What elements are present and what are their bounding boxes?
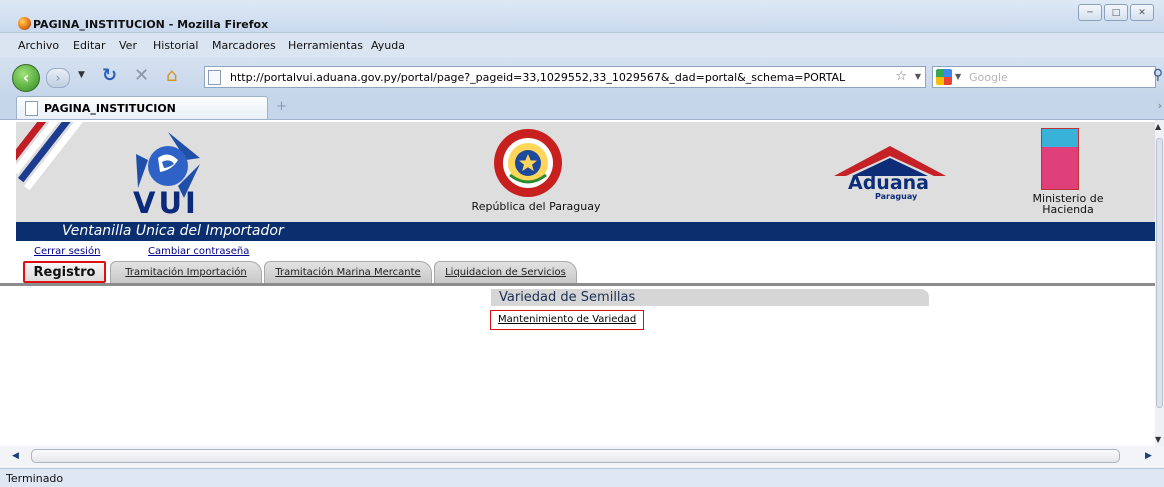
logout-link[interactable]: Cerrar sesión xyxy=(34,246,100,257)
stop-icon[interactable]: ✕ xyxy=(134,67,149,85)
window-titlebar: PAGINA_INSTITUCION - Mozilla Firefox ─ □… xyxy=(0,0,1164,33)
tab-liquidacion-de-servicios[interactable]: Liquidacion de Servicios xyxy=(434,261,577,283)
browser-tab-label: PAGINA_INSTITUCION xyxy=(44,102,176,115)
menu-ayuda[interactable]: Ayuda xyxy=(371,39,405,52)
home-icon[interactable]: ⌂ xyxy=(166,67,177,85)
status-bar: Terminado xyxy=(0,468,1164,487)
ministerio-text: Ministerio de Hacienda xyxy=(1028,193,1108,215)
tab-registro-label: Registro xyxy=(33,265,96,280)
search-icon[interactable]: ⚲ xyxy=(1153,67,1163,83)
maximize-button[interactable]: □ xyxy=(1104,4,1128,21)
back-button[interactable]: ‹ xyxy=(12,64,40,92)
section-header: Variedad de Semillas xyxy=(491,289,929,306)
search-input[interactable]: Google xyxy=(969,71,1008,84)
url-bar[interactable]: http://portalvui.aduana.gov.py/portal/pa… xyxy=(204,66,926,88)
minimize-button[interactable]: ─ xyxy=(1078,4,1102,21)
country-text: República del Paraguay xyxy=(471,200,601,213)
menu-historial[interactable]: Historial xyxy=(153,39,198,52)
tab-tramitacion-importacion-label: Tramitación Importación xyxy=(125,267,247,278)
scroll-up-icon[interactable]: ▲ xyxy=(1155,122,1161,131)
banner-text: Ventanilla Unica del Importador xyxy=(62,223,284,239)
tab-liquidacion-de-servicios-label: Liquidacion de Servicios xyxy=(445,267,566,278)
vertical-scrollbar[interactable]: ▲ ▼ xyxy=(1155,120,1164,446)
tab-tramitacion-marina-mercante[interactable]: Tramitación Marina Mercante xyxy=(264,261,432,283)
menu-ver[interactable]: Ver xyxy=(119,39,137,52)
mantenimiento-de-variedad-link[interactable]: Mantenimiento de Variedad xyxy=(498,314,636,325)
horizontal-scrollbar[interactable]: ◀ ▶ xyxy=(0,446,1164,468)
search-engine-dropdown-icon[interactable]: ▼ xyxy=(955,72,961,81)
aduana-logo-subtext: Paraguay xyxy=(875,192,918,201)
page-icon xyxy=(208,70,221,85)
firefox-icon xyxy=(18,17,31,30)
menu-herramientas[interactable]: Herramientas xyxy=(288,39,363,52)
bookmark-star-icon[interactable]: ☆ xyxy=(895,69,907,84)
aduana-logo-text: Aduana xyxy=(848,172,930,194)
url-text[interactable]: http://portalvui.aduana.gov.py/portal/pa… xyxy=(230,71,845,84)
change-password-link[interactable]: Cambiar contraseña xyxy=(148,246,249,257)
history-dropdown-icon[interactable]: ▼ xyxy=(78,70,85,80)
section-item-highlight: Mantenimiento de Variedad xyxy=(490,310,644,330)
scroll-down-icon[interactable]: ▼ xyxy=(1155,435,1161,444)
menu-archivo[interactable]: Archivo xyxy=(18,39,59,52)
page-icon xyxy=(25,101,38,116)
tab-tramitacion-marina-mercante-label: Tramitación Marina Mercante xyxy=(275,267,421,278)
status-text: Terminado xyxy=(6,472,64,485)
close-button[interactable]: ✕ xyxy=(1130,4,1154,21)
scroll-left-icon[interactable]: ◀ xyxy=(12,451,19,461)
navigation-toolbar: ‹ › ▼ ↻ ✕ ⌂ http://portalvui.aduana.gov.… xyxy=(0,57,1164,95)
new-tab-icon[interactable]: + xyxy=(276,99,287,114)
window-controls: ─ □ ✕ xyxy=(1078,4,1154,21)
reload-icon[interactable]: ↻ xyxy=(102,67,117,85)
flag-stripe xyxy=(16,122,86,222)
forward-button[interactable]: › xyxy=(46,68,70,88)
tab-tramitacion-importacion[interactable]: Tramitación Importación xyxy=(110,261,262,283)
scroll-right-icon[interactable]: ▶ xyxy=(1145,451,1152,461)
ministerio-logo-icon xyxy=(1041,128,1079,190)
tab-strip: PAGINA_INSTITUCION + › xyxy=(0,95,1164,120)
vertical-scrollbar-thumb[interactable] xyxy=(1156,138,1163,408)
ministerio-line-2: Hacienda xyxy=(1042,203,1094,216)
national-seal-icon xyxy=(494,129,562,197)
url-dropdown-icon[interactable]: ▼ xyxy=(915,72,921,81)
site-header: VUI República del Paraguay Aduana Paragu… xyxy=(16,122,1155,222)
menu-marcadores[interactable]: Marcadores xyxy=(212,39,276,52)
banner-bar: Ventanilla Unica del Importador xyxy=(16,222,1155,241)
search-box[interactable]: ▼ Google ⚲ xyxy=(932,66,1163,88)
section-title: Variedad de Semillas xyxy=(499,290,636,305)
menu-bar: Archivo Editar Ver Historial Marcadores … xyxy=(0,33,1164,57)
horizontal-scrollbar-thumb[interactable] xyxy=(31,449,1120,463)
google-icon[interactable] xyxy=(936,69,952,85)
page-content: VUI República del Paraguay Aduana Paragu… xyxy=(0,120,1155,446)
tab-registro[interactable]: Registro xyxy=(23,261,106,283)
vui-logo-text: VUI xyxy=(133,186,199,220)
page-tabs: Registro Tramitación Importación Tramita… xyxy=(0,260,1155,286)
browser-tab[interactable]: PAGINA_INSTITUCION xyxy=(16,96,268,119)
tab-scroll-right-icon[interactable]: › xyxy=(1158,99,1162,112)
menu-editar[interactable]: Editar xyxy=(73,39,106,52)
window-title: PAGINA_INSTITUCION - Mozilla Firefox xyxy=(33,18,269,31)
